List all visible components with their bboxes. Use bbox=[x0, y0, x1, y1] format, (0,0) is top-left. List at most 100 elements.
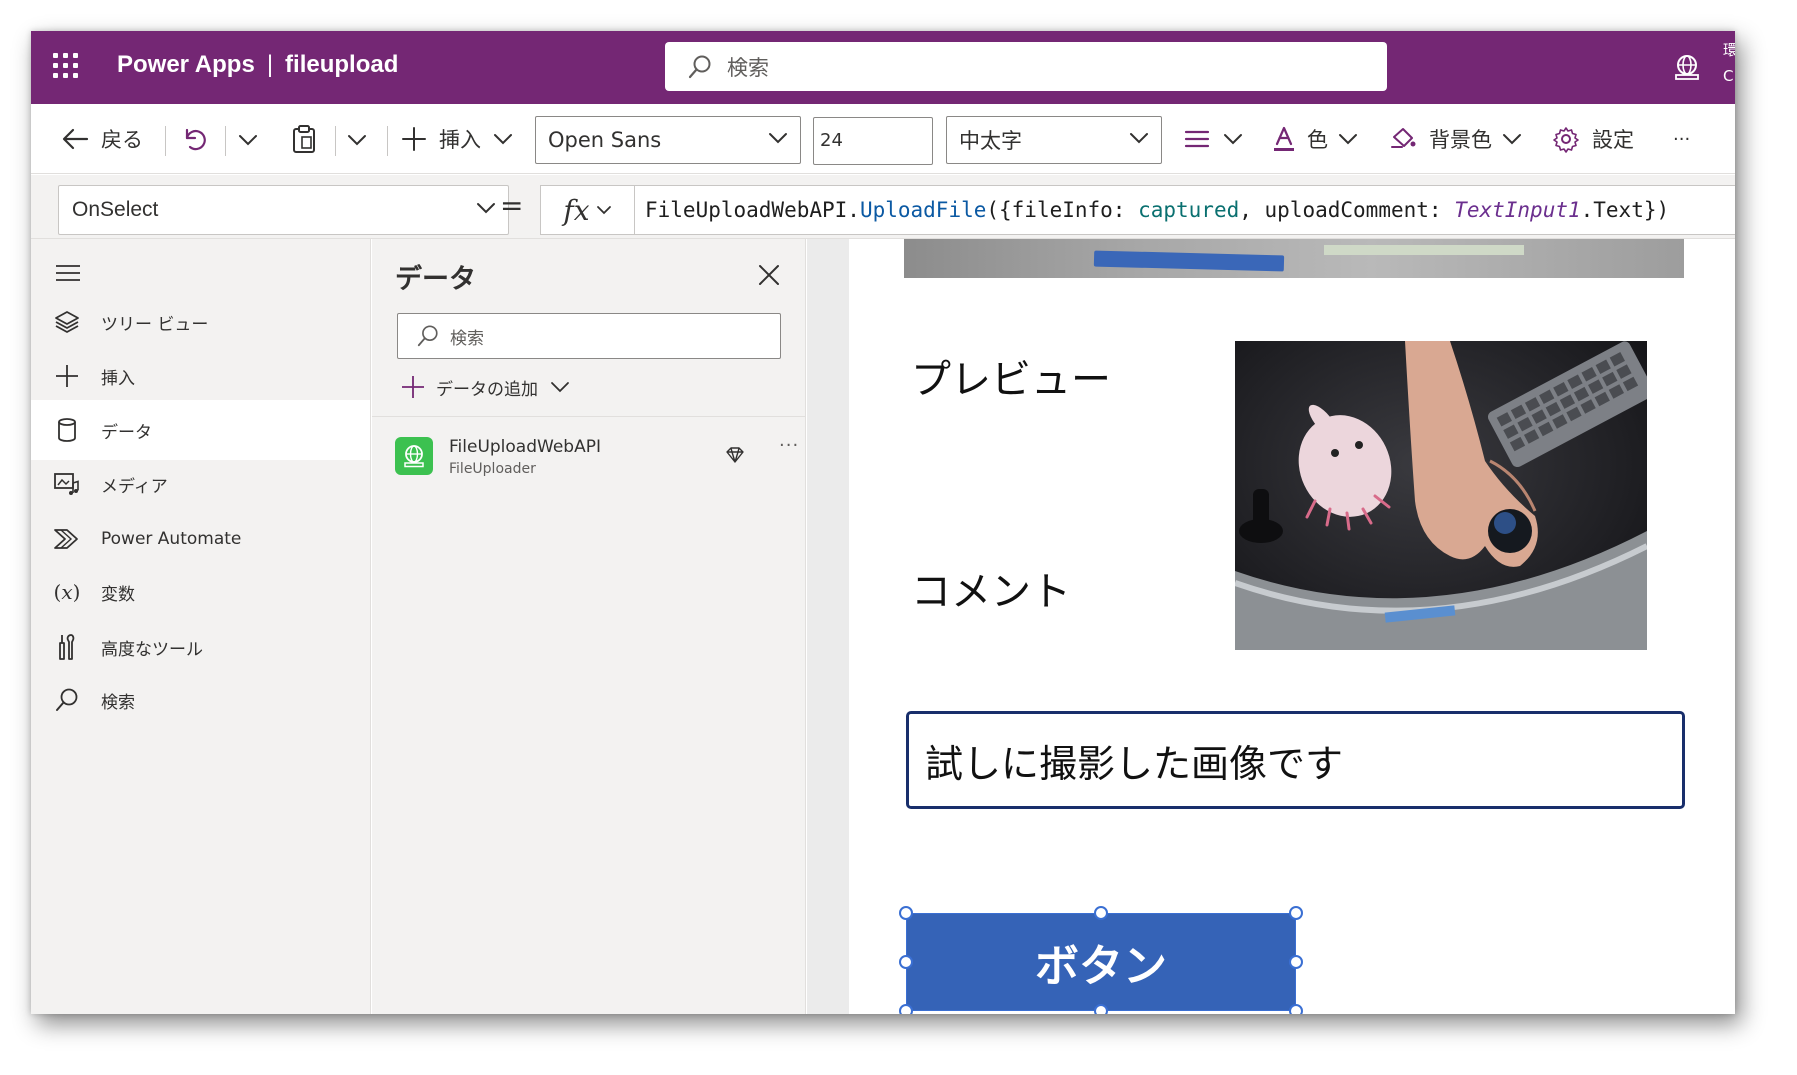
property-select[interactable]: OnSelect bbox=[58, 185, 509, 235]
premium-diamond-icon bbox=[726, 447, 744, 463]
resize-handle-bottom[interactable] bbox=[1094, 1004, 1108, 1014]
sidebar-item-label: 変数 bbox=[101, 584, 135, 605]
sidebar-item-variables[interactable]: (𝑥) 変数 bbox=[31, 562, 370, 622]
data-source-more-button[interactable]: ··· bbox=[779, 435, 799, 456]
submit-button-label: ボタン bbox=[1035, 941, 1167, 992]
text-align-button[interactable] bbox=[1183, 104, 1243, 174]
comment-text-input[interactable]: 試しに撮影した画像です bbox=[906, 711, 1685, 809]
background-color-label: 背景色 bbox=[1429, 128, 1492, 152]
insert-label: 挿入 bbox=[439, 128, 481, 152]
environment-label[interactable]: 環 C bbox=[1723, 37, 1735, 89]
back-button[interactable]: 戻る bbox=[61, 104, 143, 174]
chevron-down-icon bbox=[769, 133, 787, 144]
formula-token: , uploadComment: bbox=[1239, 198, 1455, 222]
sidebar-item-search[interactable]: 検索 bbox=[31, 670, 370, 730]
tools-icon bbox=[53, 633, 81, 661]
resize-handle-top-right[interactable] bbox=[1289, 906, 1303, 920]
comment-label[interactable]: コメント bbox=[911, 559, 1071, 617]
power-automate-icon bbox=[53, 525, 81, 553]
font-color-button[interactable]: 色 bbox=[1271, 104, 1358, 174]
resize-handle-left[interactable] bbox=[899, 955, 913, 969]
chevron-down-icon[interactable] bbox=[347, 132, 367, 148]
formula-token: TextInput1 bbox=[1454, 198, 1581, 222]
divider bbox=[225, 126, 226, 156]
global-search-placeholder: 検索 bbox=[727, 55, 769, 80]
font-size-input[interactable]: 24 bbox=[813, 117, 933, 165]
formula-bar: OnSelect = fx FileUploadWebAPI.UploadFil… bbox=[31, 175, 1735, 239]
environment-label-line1: 環 bbox=[1723, 41, 1735, 59]
hamburger-menu-icon[interactable] bbox=[55, 263, 81, 283]
search-icon bbox=[688, 55, 711, 78]
plus-icon bbox=[53, 362, 81, 390]
font-weight-value: 中太字 bbox=[959, 129, 1022, 153]
brand-separator: | bbox=[266, 51, 274, 78]
power-apps-studio-window: Power Apps | fileupload 検索 環 C 戻る 挿入 Ope… bbox=[31, 31, 1735, 1014]
resize-handle-top-left[interactable] bbox=[899, 906, 913, 920]
more-commands-button[interactable]: ··· bbox=[1673, 104, 1690, 174]
photo-detail bbox=[1093, 250, 1285, 272]
formula-text[interactable]: FileUploadWebAPI.UploadFile({fileInfo: c… bbox=[635, 198, 1669, 222]
product-name[interactable]: Power Apps bbox=[117, 51, 255, 78]
insert-button[interactable]: 挿入 bbox=[401, 104, 513, 174]
sidebar-item-label: 挿入 bbox=[101, 368, 135, 389]
sidebar-item-label: 高度なツール bbox=[101, 639, 203, 660]
preview-image[interactable] bbox=[1235, 341, 1647, 650]
global-search-input[interactable]: 検索 bbox=[665, 42, 1387, 91]
font-color-label: 色 bbox=[1307, 128, 1328, 152]
search-icon bbox=[53, 686, 81, 714]
sidebar-item-insert[interactable]: 挿入 bbox=[31, 346, 370, 406]
sidebar-item-advanced-tools[interactable]: 高度なツール bbox=[31, 617, 370, 677]
formula-input[interactable]: fx FileUploadWebAPI.UploadFile({fileInfo… bbox=[540, 185, 1735, 235]
photo-content bbox=[1235, 341, 1647, 650]
resize-handle-top[interactable] bbox=[1094, 906, 1108, 920]
layers-icon bbox=[53, 308, 81, 336]
data-pane: データ 検索 データの追加 FileUploadWebAPI FileUploa… bbox=[372, 239, 806, 1014]
formula-token: FileUploadWebAPI. bbox=[645, 198, 860, 222]
pane-title: データ bbox=[395, 264, 476, 295]
plus-icon bbox=[402, 376, 424, 398]
app-screen: プレビュー コメント 試しに撮影した画像です ボタン bbox=[849, 239, 1735, 1014]
sidebar-item-media[interactable]: メディア bbox=[31, 454, 370, 514]
chevron-down-icon bbox=[1224, 134, 1242, 145]
data-search-input[interactable]: 検索 bbox=[397, 313, 781, 359]
divider bbox=[372, 416, 806, 417]
sidebar-item-label: メディア bbox=[101, 476, 168, 497]
resize-handle-bottom-left[interactable] bbox=[899, 1004, 913, 1014]
font-family-select[interactable]: Open Sans bbox=[535, 116, 801, 164]
font-weight-select[interactable]: 中太字 bbox=[946, 116, 1162, 164]
image-control-top[interactable] bbox=[904, 239, 1684, 278]
sidebar-item-label: Power Automate bbox=[101, 529, 242, 549]
sidebar-item-data[interactable]: データ bbox=[31, 400, 370, 460]
submit-button[interactable]: ボタン bbox=[906, 913, 1296, 1011]
chevron-down-icon bbox=[596, 206, 611, 215]
sidebar-item-power-automate[interactable]: Power Automate bbox=[31, 509, 370, 569]
undo-icon[interactable] bbox=[181, 126, 207, 152]
environment-icon[interactable] bbox=[1672, 53, 1702, 83]
app-launcher-icon[interactable] bbox=[53, 53, 79, 79]
back-label: 戻る bbox=[101, 128, 143, 152]
sidebar-item-label: 検索 bbox=[101, 692, 135, 713]
close-icon[interactable] bbox=[758, 264, 780, 286]
data-source-item[interactable]: FileUploadWebAPI FileUploader ··· bbox=[395, 435, 798, 495]
preview-label[interactable]: プレビュー bbox=[911, 347, 1111, 405]
paste-icon[interactable] bbox=[291, 124, 317, 154]
sidebar-item-tree-view[interactable]: ツリー ビュー bbox=[31, 292, 370, 352]
app-header: Power Apps | fileupload 検索 環 C bbox=[31, 31, 1735, 104]
font-color-icon bbox=[1274, 126, 1294, 151]
resize-handle-bottom-right[interactable] bbox=[1289, 1004, 1303, 1014]
chevron-down-icon bbox=[477, 203, 495, 214]
add-data-button[interactable]: データの追加 bbox=[400, 370, 570, 404]
background-color-button[interactable]: 背景色 bbox=[1389, 104, 1522, 174]
fx-button[interactable]: fx bbox=[541, 186, 635, 234]
chevron-down-icon[interactable] bbox=[238, 132, 258, 148]
divider bbox=[335, 126, 336, 156]
connector-globe-icon bbox=[395, 437, 433, 475]
arrow-left-icon bbox=[62, 128, 89, 150]
fill-icon bbox=[1391, 128, 1416, 148]
chevron-down-icon bbox=[551, 382, 569, 393]
variable-icon: (𝑥) bbox=[53, 580, 81, 604]
settings-button[interactable]: 設定 bbox=[1552, 104, 1634, 174]
formula-token: ({fileInfo: bbox=[986, 198, 1139, 222]
app-title: fileupload bbox=[285, 51, 399, 78]
resize-handle-right[interactable] bbox=[1289, 955, 1303, 969]
